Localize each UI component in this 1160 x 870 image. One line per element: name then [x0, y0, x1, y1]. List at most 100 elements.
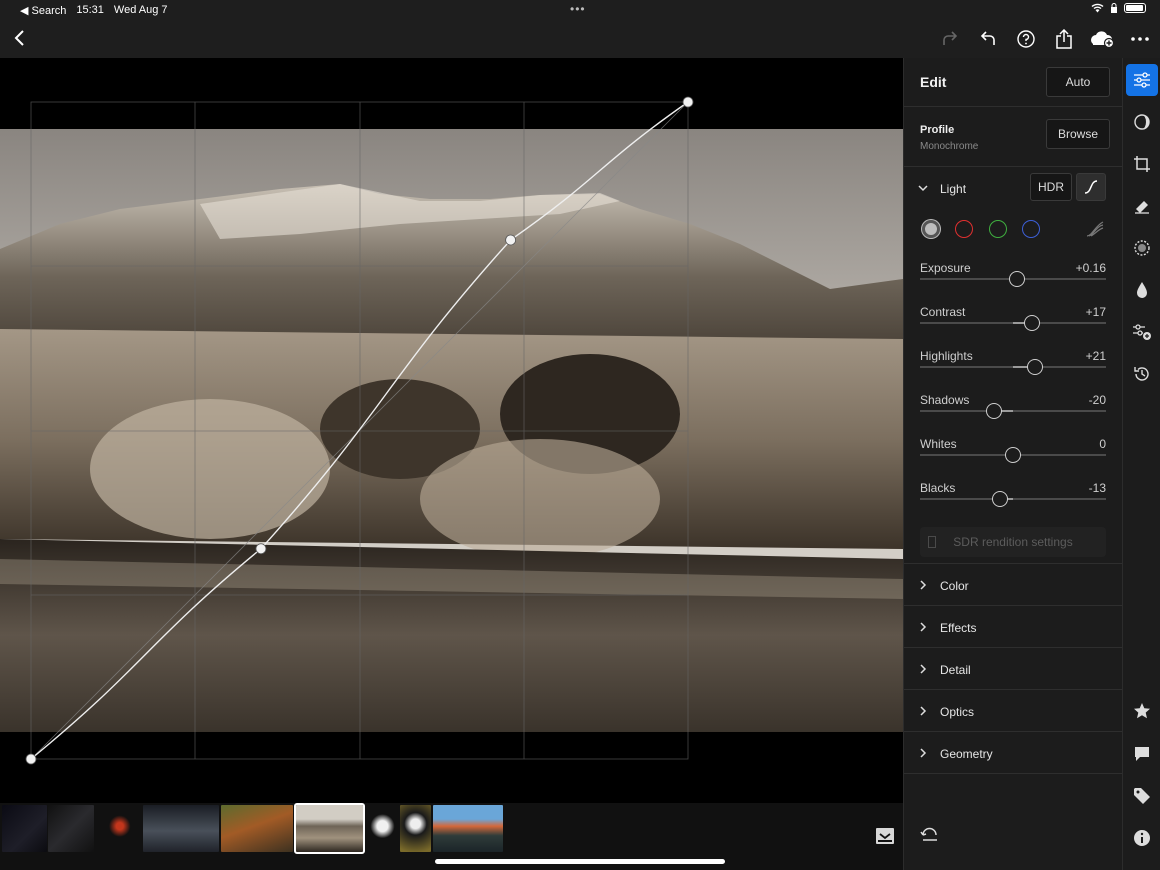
curve-channel-blue[interactable]	[1022, 220, 1040, 238]
curve-channel-rgb[interactable]	[922, 220, 940, 238]
slider-exposure[interactable]: Exposure +0.16	[920, 261, 1106, 301]
filmstrip-toggle-button[interactable]	[875, 827, 895, 845]
section-detail[interactable]: Detail	[904, 648, 1122, 690]
slider-label: Whites	[920, 437, 957, 451]
slider-value: +21	[1085, 349, 1106, 363]
slider-thumb[interactable]	[1027, 359, 1044, 375]
profile-section[interactable]: Profile Monochrome Browse	[904, 107, 1122, 167]
presets-icon	[1133, 324, 1151, 340]
cloud-sync-button[interactable]	[1090, 27, 1114, 51]
photo-canvas[interactable]	[0, 58, 903, 803]
undo-button[interactable]	[976, 27, 1000, 51]
slider-blacks[interactable]: Blacks -13	[920, 481, 1106, 521]
top-toolbar	[0, 20, 1160, 58]
healing-tool-button[interactable]	[1130, 194, 1154, 218]
slider-thumb[interactable]	[986, 403, 1003, 419]
slider-thumb[interactable]	[991, 491, 1008, 507]
filmstrip	[0, 803, 903, 870]
tone-curve-point[interactable]	[505, 234, 517, 246]
filmstrip-thumb[interactable]	[433, 805, 503, 852]
redo-button[interactable]	[938, 27, 962, 51]
auto-button[interactable]: Auto	[1046, 67, 1110, 97]
crop-tool-button[interactable]	[1130, 152, 1154, 176]
tone-curve-point[interactable]	[25, 753, 37, 765]
blur-tool-button[interactable]	[1130, 278, 1154, 302]
rating-button[interactable]	[1130, 699, 1154, 723]
curve-channel-red[interactable]	[955, 220, 973, 238]
edit-tool-button[interactable]	[1126, 64, 1158, 96]
help-button[interactable]	[1014, 27, 1038, 51]
battery-icon	[1124, 3, 1146, 13]
cloud-sync-icon	[1091, 31, 1114, 48]
slider-contrast[interactable]: Contrast +17	[920, 305, 1106, 345]
slider-highlights[interactable]: Highlights +21	[920, 349, 1106, 389]
slider-thumb[interactable]	[1005, 447, 1021, 463]
chevron-down-icon[interactable]	[918, 183, 928, 193]
tone-curve-overlay[interactable]	[0, 58, 903, 803]
keywords-button[interactable]	[1130, 784, 1154, 808]
more-button[interactable]	[1128, 27, 1152, 51]
reset-button[interactable]	[920, 826, 940, 844]
light-section-title[interactable]: Light	[940, 182, 966, 196]
share-button[interactable]	[1052, 27, 1076, 51]
multitasking-dots[interactable]: •••	[570, 2, 586, 16]
crop-icon	[1134, 156, 1150, 172]
slider-value: -20	[1088, 393, 1106, 407]
versions-tool-button[interactable]	[1130, 362, 1154, 386]
info-button[interactable]	[1130, 826, 1154, 850]
share-icon	[1056, 29, 1072, 49]
section-title: Geometry	[940, 747, 993, 761]
slider-thumb[interactable]	[1023, 315, 1040, 331]
sdr-icon	[928, 536, 936, 548]
presets-tool-button[interactable]	[1130, 320, 1154, 344]
browse-button[interactable]: Browse	[1046, 119, 1110, 149]
tone-curve-button[interactable]	[1076, 173, 1106, 201]
filmstrip-thumb[interactable]	[367, 805, 398, 852]
slider-whites[interactable]: Whites 0	[920, 437, 1106, 477]
home-indicator[interactable]	[435, 859, 725, 864]
curve-channel-green[interactable]	[989, 220, 1007, 238]
filmstrip-thumb[interactable]	[2, 805, 47, 852]
profile-label: Profile	[920, 124, 955, 136]
comments-button[interactable]	[1130, 742, 1154, 766]
filmstrip-thumb-selected[interactable]	[294, 803, 365, 854]
wifi-icon	[1091, 3, 1104, 13]
slider-thumb[interactable]	[1008, 271, 1025, 287]
filmstrip-thumb[interactable]	[95, 805, 140, 852]
sdr-rendition-settings-button[interactable]: SDR rendition settings	[920, 527, 1106, 557]
masking-tool-button[interactable]	[1130, 110, 1154, 134]
slider-label: Exposure	[920, 261, 971, 275]
slider-label: Highlights	[920, 349, 973, 363]
selective-tool-button[interactable]	[1130, 236, 1154, 260]
filmstrip-thumb[interactable]	[221, 805, 293, 852]
section-title: Effects	[940, 621, 977, 635]
tone-curve-point[interactable]	[682, 96, 694, 108]
hdr-button[interactable]: HDR	[1030, 173, 1072, 201]
section-geometry[interactable]: Geometry	[904, 732, 1122, 774]
parametric-curve-icon[interactable]	[1085, 220, 1105, 238]
slider-track[interactable]	[920, 410, 1106, 412]
slider-value: +17	[1085, 305, 1106, 319]
info-icon	[1134, 830, 1150, 846]
filmstrip-thumb[interactable]	[48, 805, 94, 852]
filmstrip-thumb[interactable]	[400, 805, 431, 852]
slider-shadows[interactable]: Shadows -20	[920, 393, 1106, 433]
masking-icon	[1134, 114, 1150, 130]
section-color[interactable]: Color	[904, 564, 1122, 606]
slider-value: +0.16	[1075, 261, 1106, 275]
healing-icon	[1135, 201, 1149, 214]
slider-track[interactable]	[920, 498, 1106, 500]
reset-icon	[920, 827, 937, 841]
slider-value: -13	[1088, 481, 1106, 495]
back-to-search-link[interactable]: ◀ Search	[20, 4, 66, 17]
tone-curve-point[interactable]	[255, 543, 267, 555]
tag-icon	[1134, 788, 1150, 804]
section-optics[interactable]: Optics	[904, 690, 1122, 732]
status-date: Wed Aug 7	[113, 4, 168, 16]
undo-icon	[980, 31, 995, 45]
blur-icon	[1137, 282, 1147, 298]
back-button[interactable]	[10, 27, 30, 49]
filmstrip-thumb[interactable]	[143, 805, 219, 852]
edit-panel-title: Edit	[920, 74, 947, 90]
section-effects[interactable]: Effects	[904, 606, 1122, 648]
